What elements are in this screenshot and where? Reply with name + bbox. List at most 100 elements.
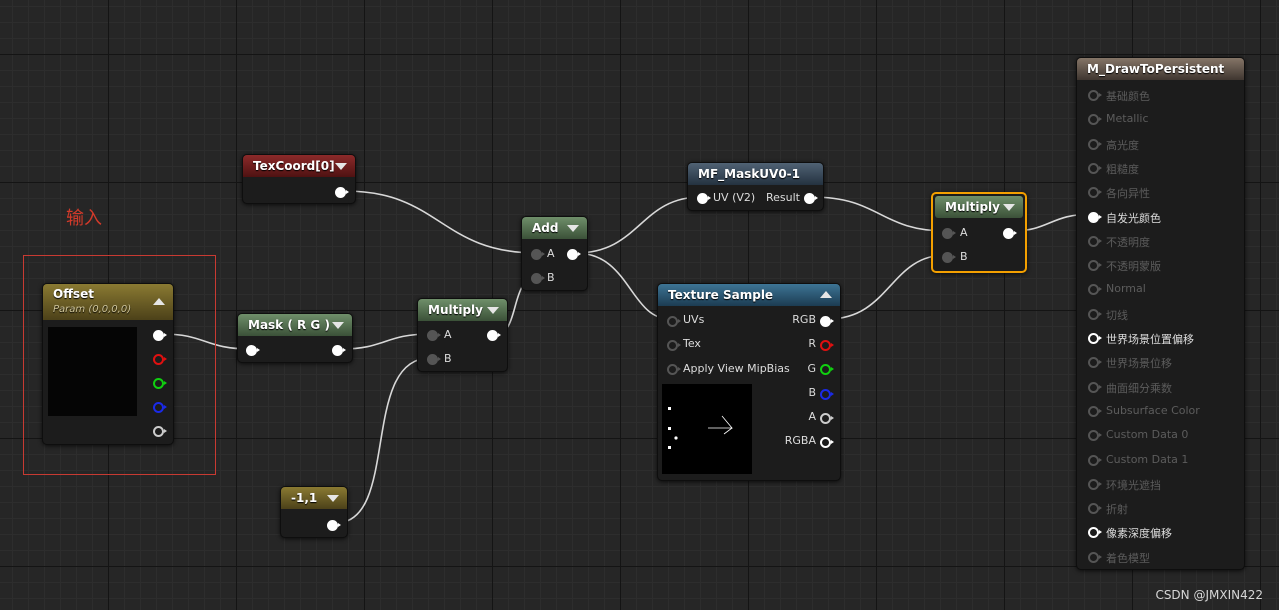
input-pin-b[interactable] (427, 354, 441, 365)
material-input-pin[interactable] (1088, 138, 1102, 150)
node-title: M_DrawToPersistent (1087, 62, 1225, 76)
collapse-arrow-icon[interactable] (1003, 204, 1015, 211)
material-input-pin[interactable] (1088, 527, 1102, 539)
input-pin-tex[interactable] (667, 340, 681, 351)
input-pin-mipbias[interactable] (667, 364, 681, 375)
material-input-pin[interactable] (1088, 551, 1102, 563)
input-pin-a[interactable] (942, 228, 956, 239)
texcoord-node[interactable]: TexCoord[0] (242, 154, 356, 204)
output-pin-g[interactable] (820, 364, 834, 375)
output-pin-rgba[interactable] (153, 330, 167, 341)
material-input-pin[interactable] (1088, 235, 1102, 247)
node-title: TexCoord[0] (253, 159, 335, 173)
output-pin-a[interactable] (153, 426, 167, 437)
material-result-node[interactable]: M_DrawToPersistent 基础颜色 Metallic 高光度 粗糙度 各向异… (1076, 57, 1245, 570)
pin-label-a: A (808, 410, 816, 423)
multiply-node-selected[interactable]: Multiply A B (931, 192, 1027, 273)
collapse-arrow-icon[interactable] (327, 495, 339, 502)
material-input-label: 世界场景位移 (1106, 357, 1172, 371)
output-pin-g[interactable] (153, 378, 167, 389)
output-pin[interactable] (327, 520, 341, 531)
material-input-label: Custom Data 0 (1106, 428, 1189, 442)
add-node[interactable]: Add A B (521, 216, 588, 291)
pin-label-b: B (960, 250, 968, 263)
material-input-pin[interactable] (1088, 357, 1102, 369)
node-header[interactable]: Mask ( R G ) (238, 314, 352, 336)
material-input-label: 不透明蒙版 (1106, 260, 1161, 274)
material-input-pin[interactable] (1088, 503, 1102, 515)
wire-mfmask-to-multiply2 (811, 196, 947, 232)
material-input-label: 各向异性 (1106, 187, 1150, 201)
material-input-label: 着色模型 (1106, 551, 1150, 565)
material-input-pin[interactable] (1088, 405, 1102, 417)
collapse-arrow-icon[interactable] (335, 163, 347, 170)
material-input-pin[interactable] (1088, 454, 1102, 466)
constant-node[interactable]: -1,1 (280, 486, 348, 538)
node-header[interactable]: Offset Param (0,0,0,0) (43, 284, 173, 320)
texture-preview-image (668, 407, 733, 449)
material-input-label: 世界场景位置偏移 (1106, 333, 1194, 346)
pin-label-result: Result (766, 191, 800, 204)
pin-label-tex: Tex (683, 337, 701, 350)
material-input-pin[interactable] (1088, 187, 1102, 199)
node-header[interactable]: Add (522, 217, 587, 239)
input-pin[interactable] (246, 345, 260, 356)
pin-label-uvs: UVs (683, 313, 705, 326)
texture-sample-node[interactable]: Texture Sample UVs Tex Apply View MipBia… (657, 283, 841, 481)
material-input-pin[interactable] (1088, 430, 1102, 442)
output-pin-r[interactable] (153, 354, 167, 365)
collapse-arrow-icon[interactable] (153, 298, 165, 305)
collapse-arrow-icon[interactable] (567, 225, 579, 232)
collapse-arrow-icon[interactable] (820, 291, 832, 298)
offset-param-node[interactable]: Offset Param (0,0,0,0) (42, 283, 174, 445)
output-pin[interactable] (487, 330, 501, 341)
material-input-pin[interactable] (1088, 333, 1102, 344)
node-header[interactable]: M_DrawToPersistent (1077, 58, 1244, 80)
input-pin-b[interactable] (531, 273, 545, 284)
output-pin-r[interactable] (820, 340, 834, 351)
material-input-pin[interactable] (1088, 260, 1102, 272)
material-input-pin[interactable] (1088, 478, 1102, 490)
node-header[interactable]: TexCoord[0] (243, 155, 355, 177)
input-pin-uv[interactable] (697, 193, 711, 204)
input-pin-a[interactable] (531, 249, 545, 260)
output-pin[interactable] (567, 249, 581, 260)
input-pin-b[interactable] (942, 252, 956, 263)
output-pin[interactable] (335, 187, 349, 198)
output-pin-rgba[interactable] (820, 437, 834, 448)
multiply-node[interactable]: Multiply A B (417, 298, 508, 372)
mf-mask-uv-node[interactable]: MF_MaskUV0-1 UV (V2) Result (687, 162, 824, 211)
node-header[interactable]: Multiply (418, 299, 507, 321)
node-header[interactable]: Texture Sample (658, 284, 840, 306)
output-pin[interactable] (1003, 228, 1017, 239)
node-header[interactable]: MF_MaskUV0-1 (688, 163, 823, 185)
wire-texcoord-to-add (344, 190, 538, 254)
material-input-pin[interactable] (1088, 114, 1102, 126)
mask-node[interactable]: Mask ( R G ) (237, 313, 353, 363)
input-pin-uvs[interactable] (667, 316, 681, 327)
output-pin-rgb[interactable] (820, 316, 834, 327)
output-pin[interactable] (332, 345, 346, 356)
output-pin-a[interactable] (820, 413, 834, 424)
input-annotation: 输入 (66, 208, 102, 229)
output-pin-b[interactable] (153, 402, 167, 413)
material-input-pin[interactable] (1088, 381, 1102, 393)
material-input-label: 折射 (1106, 503, 1128, 517)
pin-label-rgb: RGB (792, 313, 816, 326)
material-input-label: Custom Data 1 (1106, 452, 1189, 466)
material-input-pin[interactable] (1088, 211, 1102, 223)
collapse-arrow-icon[interactable] (487, 307, 499, 314)
output-pin-result[interactable] (804, 193, 818, 204)
pin-label-g: G (807, 362, 816, 375)
node-header[interactable]: -1,1 (281, 487, 347, 509)
material-input-pin[interactable] (1088, 90, 1102, 101)
node-header[interactable]: Multiply (935, 196, 1023, 218)
material-input-label: 不透明度 (1106, 235, 1150, 249)
material-input-pin[interactable] (1088, 162, 1102, 174)
node-subtitle: Param (0,0,0,0) (53, 304, 132, 315)
input-pin-a[interactable] (427, 330, 441, 341)
collapse-arrow-icon[interactable] (332, 322, 344, 329)
material-input-pin[interactable] (1088, 308, 1102, 320)
output-pin-b[interactable] (820, 389, 834, 400)
material-input-pin[interactable] (1088, 284, 1102, 296)
